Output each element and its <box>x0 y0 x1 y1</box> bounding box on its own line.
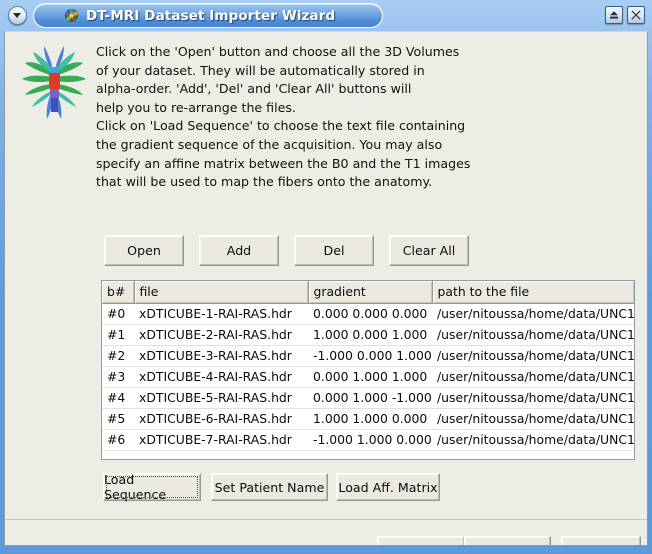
cell-gradient: 1.000 1.000 0.000 <box>308 408 432 430</box>
window-title: DT-MRI Dataset Importer Wizard <box>86 7 336 24</box>
table-row[interactable]: #4 xDTICUBE-5-RAI-RAS.hdr 0.000 1.000 -1.0… <box>102 387 634 409</box>
cell-file: xDTICUBE-7-RAI-RAS.hdr <box>134 429 308 451</box>
cell-path: /user/nitoussa/home/data/UNC1/ <box>432 303 634 325</box>
load-sequence-button[interactable]: Load Sequence <box>103 472 201 502</box>
table-row[interactable]: #3 xDTICUBE-4-RAI-RAS.hdr 0.000 1.000 1.00… <box>102 366 634 388</box>
brain-icon <box>64 8 79 23</box>
window-controls <box>605 6 645 24</box>
cell-bnum: #0 <box>102 303 134 325</box>
cell-gradient: 1.000 0.000 1.000 <box>308 324 432 346</box>
next-button[interactable]: Next > <box>464 536 551 546</box>
dti-fiber-tractography-image <box>16 41 92 127</box>
cell-file: xDTICUBE-2-RAI-RAS.hdr <box>134 324 308 346</box>
back-label: < Back <box>398 544 443 546</box>
cell-bnum: #1 <box>102 324 134 346</box>
footer-divider <box>5 519 647 520</box>
next-label: Next > <box>486 544 530 546</box>
cell-file: xDTICUBE-3-RAI-RAS.hdr <box>134 345 308 367</box>
load-aff-matrix-button[interactable]: Load Aff. Matrix <box>336 473 440 501</box>
column-header-gradient[interactable]: gradient <box>308 281 433 304</box>
close-icon[interactable] <box>627 6 645 24</box>
column-header-bnum[interactable]: b# <box>102 281 135 304</box>
cell-bnum: #3 <box>102 366 134 388</box>
cell-path: /user/nitoussa/home/data/UNC1/ <box>432 408 634 430</box>
column-header-path[interactable]: path to the file <box>432 281 634 304</box>
add-button[interactable]: Add <box>199 235 279 266</box>
cell-path: /user/nitoussa/home/data/UNC1/ <box>432 429 634 451</box>
table-row[interactable]: #0 xDTICUBE-1-RAI-RAS.hdr 0.000 0.000 0.00… <box>102 303 634 325</box>
cell-file: xDTICUBE-4-RAI-RAS.hdr <box>134 366 308 388</box>
del-button[interactable]: Del <box>294 235 374 266</box>
cancel-button[interactable]: Cancel <box>561 536 641 546</box>
cell-bnum: #6 <box>102 429 134 451</box>
cancel-label: Cancel <box>589 544 632 546</box>
title-pill: DT-MRI Dataset Importer Wizard <box>33 3 383 28</box>
cell-gradient: 0.000 1.000 1.000 <box>308 366 432 388</box>
application-window: DT-MRI Dataset Importer Wizard Click on … <box>0 0 652 554</box>
cell-gradient: 0.000 1.000 -1.000 <box>308 387 432 409</box>
table-body: #0 xDTICUBE-1-RAI-RAS.hdr 0.000 0.000 0.00… <box>102 303 634 451</box>
cell-bnum: #5 <box>102 408 134 430</box>
instructions-text: Click on the 'Open' button and choose al… <box>96 44 471 190</box>
table-row[interactable]: #1 xDTICUBE-2-RAI-RAS.hdr 1.000 0.000 1.00… <box>102 324 634 346</box>
back-button[interactable]: < Back <box>377 536 464 546</box>
red-x-icon <box>571 544 584 545</box>
table-row[interactable]: #6 xDTICUBE-7-RAI-RAS.hdr -1.000 1.000 0.0… <box>102 429 634 451</box>
column-header-file[interactable]: file <box>134 281 309 304</box>
set-patient-name-button[interactable]: Set Patient Name <box>211 473 328 501</box>
cell-gradient: 0.000 0.000 0.000 <box>308 303 432 325</box>
cell-file: xDTICUBE-6-RAI-RAS.hdr <box>134 408 308 430</box>
cell-bnum: #2 <box>102 345 134 367</box>
table-row[interactable]: #2 xDTICUBE-3-RAI-RAS.hdr -1.000 0.000 1.0… <box>102 345 634 367</box>
cell-gradient: -1.000 0.000 1.000 <box>308 345 432 367</box>
volumes-table[interactable]: b# file gradient path to the file #0 xDTI… <box>101 280 635 460</box>
open-button[interactable]: Open <box>104 235 184 266</box>
load-sequence-label: Load Sequence <box>104 472 167 502</box>
cell-file: xDTICUBE-5-RAI-RAS.hdr <box>134 387 308 409</box>
cell-file: xDTICUBE-1-RAI-RAS.hdr <box>134 303 308 325</box>
title-bar: DT-MRI Dataset Importer Wizard <box>0 0 652 31</box>
dialog-client-area: Click on the 'Open' button and choose al… <box>4 31 648 546</box>
cell-path: /user/nitoussa/home/data/UNC1/ <box>432 324 634 346</box>
table-header-row: b# file gradient path to the file <box>102 281 634 304</box>
cell-gradient: -1.000 1.000 0.000 <box>308 429 432 451</box>
cell-path: /user/nitoussa/home/data/UNC1/ <box>432 345 634 367</box>
cell-path: /user/nitoussa/home/data/UNC1/ <box>432 387 634 409</box>
table-row[interactable]: #5 xDTICUBE-6-RAI-RAS.hdr 1.000 1.000 0.00… <box>102 408 634 430</box>
cell-bnum: #4 <box>102 387 134 409</box>
window-menu-chevron-down-icon[interactable] <box>8 6 27 25</box>
shade-up-icon[interactable] <box>605 6 623 24</box>
clear-all-button[interactable]: Clear All <box>389 235 469 266</box>
cell-path: /user/nitoussa/home/data/UNC1/ <box>432 366 634 388</box>
